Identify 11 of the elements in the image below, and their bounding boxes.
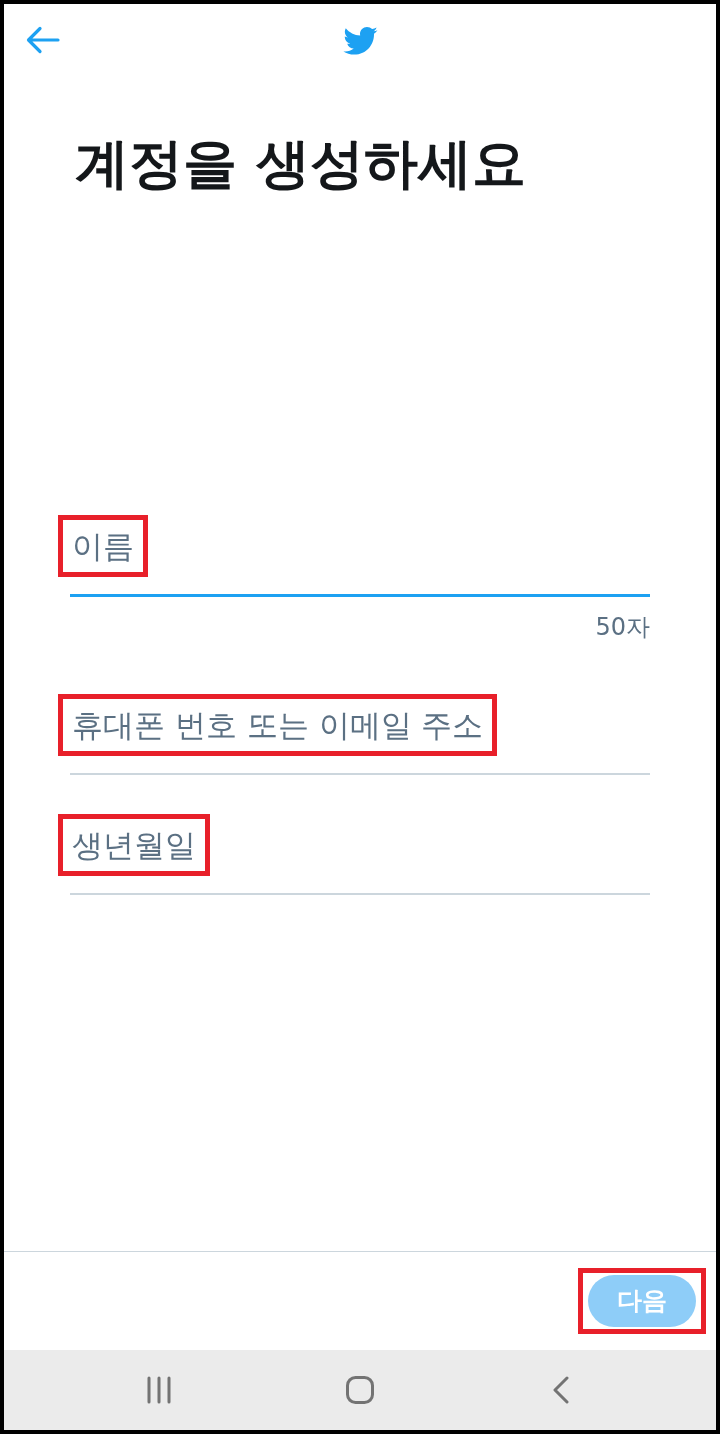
three-lines-icon[interactable] — [146, 1376, 172, 1404]
character-counter: 50자 — [595, 612, 650, 643]
back-button[interactable] — [26, 26, 60, 54]
bird-icon — [342, 25, 378, 55]
text-input-field[interactable]: 휴대폰 번호 또는 이메일 주소 — [58, 694, 650, 775]
text-input-field[interactable]: 생년월일 — [58, 814, 650, 895]
arrow-left-icon — [26, 26, 60, 54]
chevron-left-icon[interactable] — [553, 1376, 569, 1404]
page-title: 계정을 생성하세요 — [75, 132, 526, 196]
rounded-square-icon[interactable] — [346, 1376, 374, 1404]
text-input-field[interactable]: 이름 — [58, 515, 650, 597]
